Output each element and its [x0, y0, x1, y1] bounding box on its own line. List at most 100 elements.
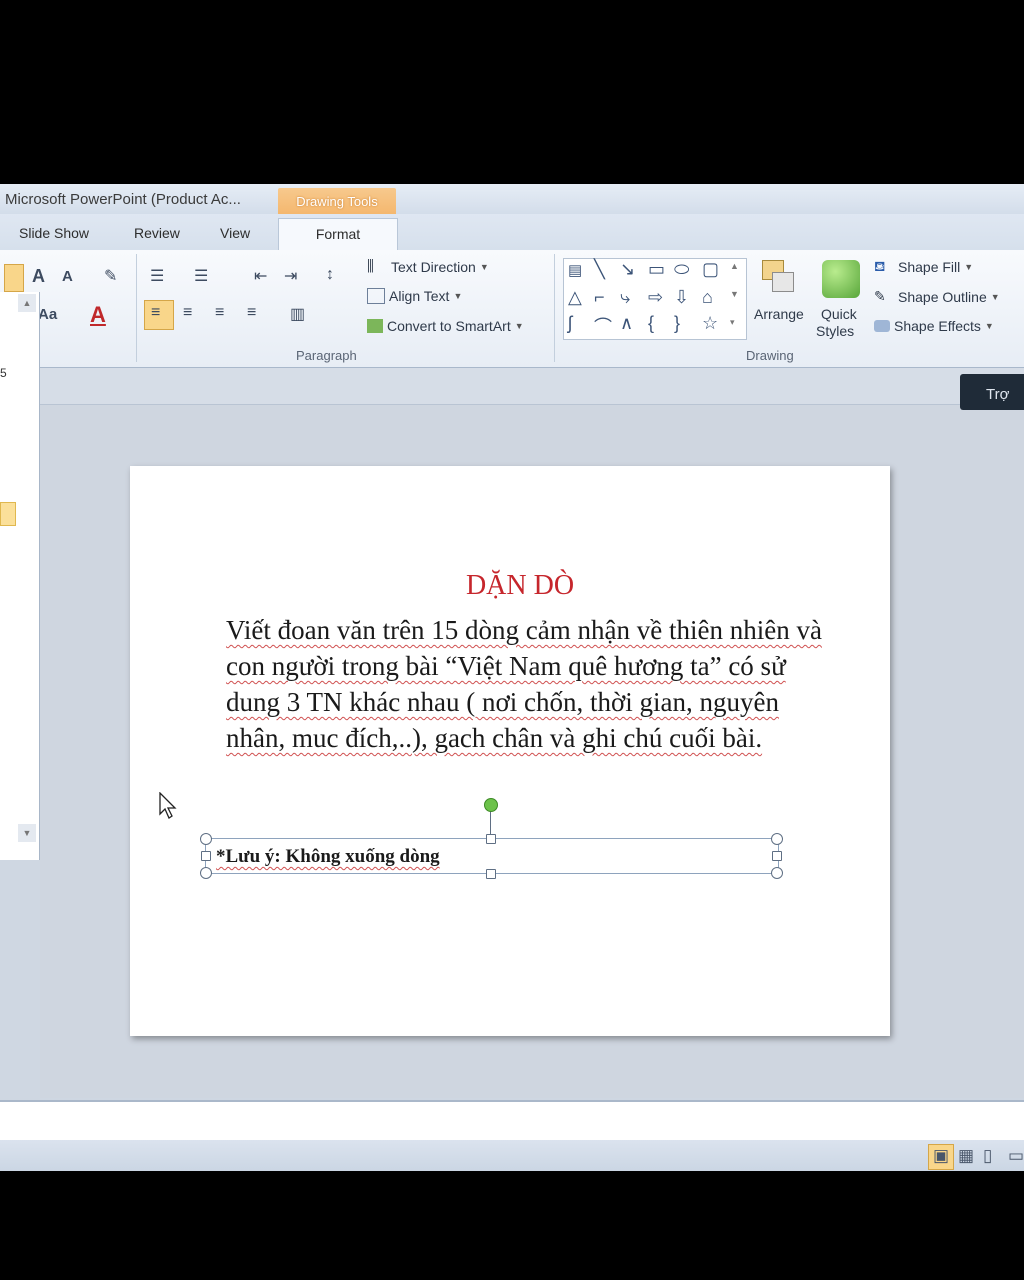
justify-icon[interactable]: ≡: [247, 304, 256, 322]
align-text-label: Align Text: [389, 288, 450, 304]
panel-scroll-up-icon[interactable]: ▲: [18, 294, 36, 312]
tab-slide-show[interactable]: Slide Show: [19, 225, 89, 241]
editor-top-bar: [40, 368, 1024, 405]
resize-handle-top-right[interactable]: [771, 833, 783, 845]
rotation-handle[interactable]: [484, 798, 498, 812]
text-box-shape-icon[interactable]: ▤: [568, 261, 582, 279]
rectangle-shape-icon[interactable]: ▭: [648, 259, 665, 280]
resize-handle-bottom-left[interactable]: [200, 867, 212, 879]
columns-icon[interactable]: ▥: [290, 304, 305, 324]
right-brace-shape-icon[interactable]: }: [674, 313, 680, 334]
bullets-icon[interactable]: ☰: [150, 266, 164, 286]
shapes-gallery[interactable]: ▤ ╲ ↘ ▭ ⬭ ▢ △ ⌐ ⤷ ⇨ ⇩ ⌂ ʃ ⌒ ∧ { } ☆ ▲ ▼ …: [563, 258, 747, 340]
shrink-font-icon[interactable]: A: [62, 268, 73, 285]
shape-effects-icon: [874, 320, 890, 332]
gallery-scroll-up-icon[interactable]: ▲: [730, 261, 739, 271]
arc-shape-icon[interactable]: ⌒: [594, 313, 612, 339]
font-size-dropdown[interactable]: [4, 264, 24, 292]
resize-handle-left[interactable]: [201, 851, 211, 861]
quick-styles-label-1: Quick: [821, 306, 857, 322]
grow-font-icon[interactable]: A: [32, 266, 45, 287]
increase-indent-icon[interactable]: ⇥: [284, 266, 297, 286]
align-right-icon[interactable]: ≡: [215, 304, 224, 322]
decrease-indent-icon[interactable]: ⇤: [254, 266, 267, 286]
convert-smartart-button[interactable]: Convert to SmartArt ▼: [367, 318, 524, 334]
slide-body-text[interactable]: Viết đoan văn trên 15 dòng cảm nhận về t…: [226, 612, 826, 756]
convert-smartart-label: Convert to SmartArt: [387, 318, 511, 334]
title-bar: Microsoft PowerPoint (Product Ac...: [0, 184, 1024, 214]
slide-show-view-icon[interactable]: ▭: [1008, 1146, 1024, 1166]
slide-heading[interactable]: DẶN DÒ: [130, 570, 910, 602]
oval-shape-icon[interactable]: ⬭: [674, 259, 689, 280]
triangle-shape-icon[interactable]: △: [568, 287, 582, 308]
shape-effects-button[interactable]: Shape Effects ▼: [874, 318, 994, 334]
ribbon-tab-row: Slide Show Review View Format: [0, 214, 1024, 251]
group-separator: [554, 254, 555, 362]
shape-fill-button[interactable]: ⛾ Shape Fill ▼: [874, 258, 973, 276]
quick-styles-icon: [822, 260, 860, 298]
resize-handle-right[interactable]: [772, 851, 782, 861]
text-direction-icon: ⫼: [367, 258, 374, 275]
ribbon: A A ✎ Aa A ☰ ☰ ⇤ ⇥ ↕ ≡ ≡ ≡ ≡ ▥ ⫼ Text Di…: [0, 250, 1024, 368]
rounded-rect-shape-icon[interactable]: ▢: [702, 259, 719, 280]
change-case-icon[interactable]: Aa: [38, 306, 57, 323]
gallery-more-icon[interactable]: ▾: [730, 317, 735, 328]
scribble-shape-icon[interactable]: ʃ: [568, 313, 572, 334]
help-button[interactable]: Trợ: [960, 374, 1024, 410]
resize-handle-top[interactable]: [486, 834, 496, 844]
reading-view-icon[interactable]: ▯: [983, 1146, 992, 1166]
align-left-icon: ≡: [151, 304, 161, 321]
panel-scroll-down-icon[interactable]: ▼: [18, 824, 36, 842]
slide-sorter-icon[interactable]: ▦: [958, 1146, 974, 1166]
arrange-button[interactable]: Arrange: [754, 256, 810, 340]
shape-outline-button[interactable]: ✎ Shape Outline ▼: [874, 288, 1000, 306]
pencil-icon: ✎: [874, 288, 886, 304]
resize-handle-bottom-right[interactable]: [771, 867, 783, 879]
tab-review[interactable]: Review: [134, 225, 180, 241]
align-text-button[interactable]: Align Text ▼: [367, 288, 462, 304]
star-shape-icon[interactable]: ☆: [702, 313, 718, 334]
shape-effects-label: Shape Effects: [894, 318, 981, 334]
down-arrow-shape-icon[interactable]: ⇩: [674, 287, 689, 308]
arrow-line-shape-icon[interactable]: ↘: [620, 259, 635, 280]
resize-handle-bottom[interactable]: [486, 869, 496, 879]
shape-outline-label: Shape Outline: [898, 289, 987, 305]
group-separator: [136, 254, 137, 362]
status-bar: [0, 1140, 1024, 1171]
smartart-icon: [367, 319, 383, 333]
quick-styles-label-2: Styles: [816, 323, 855, 339]
line-spacing-icon[interactable]: ↕: [326, 266, 334, 284]
note-text[interactable]: *Lưu ý: Không xuống dòng: [216, 846, 440, 868]
curve-shape-icon[interactable]: ∧: [620, 313, 633, 334]
left-brace-shape-icon[interactable]: {: [648, 313, 654, 334]
context-tab-label: Drawing Tools: [296, 194, 378, 209]
text-direction-label: Text Direction: [391, 259, 476, 275]
clear-format-icon[interactable]: ✎: [104, 266, 117, 286]
center-icon[interactable]: ≡: [183, 304, 192, 322]
numbering-icon[interactable]: ☰: [194, 266, 208, 286]
tab-view[interactable]: View: [220, 225, 250, 241]
normal-view-icon: ▣: [933, 1146, 950, 1165]
text-direction-button[interactable]: ⫼ Text Direction ▼: [367, 258, 489, 276]
quick-styles-button[interactable]: Quick Styles: [814, 256, 870, 340]
powerpoint-window: Microsoft PowerPoint (Product Ac... Draw…: [0, 184, 1024, 1171]
drawing-group-label: Drawing: [746, 348, 794, 363]
arrange-label: Arrange: [754, 306, 804, 322]
font-color-icon[interactable]: A: [90, 302, 106, 328]
paint-bucket-icon: ⛾: [874, 258, 886, 274]
gallery-scroll-down-icon[interactable]: ▼: [730, 289, 739, 299]
slides-panel[interactable]: 5 ▲ ▼: [0, 292, 40, 860]
line-shape-icon[interactable]: ╲: [594, 259, 605, 280]
window-title: Microsoft PowerPoint (Product Ac...: [5, 191, 241, 208]
selected-slide-thumbnail[interactable]: [0, 502, 16, 526]
resize-handle-top-left[interactable]: [200, 833, 212, 845]
tab-format[interactable]: Format: [278, 218, 398, 251]
paragraph-group-label: Paragraph: [296, 348, 357, 363]
elbow-connector-icon[interactable]: ⌐: [594, 287, 605, 308]
freeform-shape-icon[interactable]: ⌂: [702, 287, 713, 308]
elbow-arrow-icon[interactable]: ⤷: [620, 287, 630, 308]
notes-pane[interactable]: [0, 1100, 1024, 1142]
slide-canvas[interactable]: DẶN DÒ Viết đoan văn trên 15 dòng cảm nh…: [130, 466, 890, 1036]
right-arrow-shape-icon[interactable]: ⇨: [648, 287, 663, 308]
shape-fill-label: Shape Fill: [898, 259, 961, 275]
